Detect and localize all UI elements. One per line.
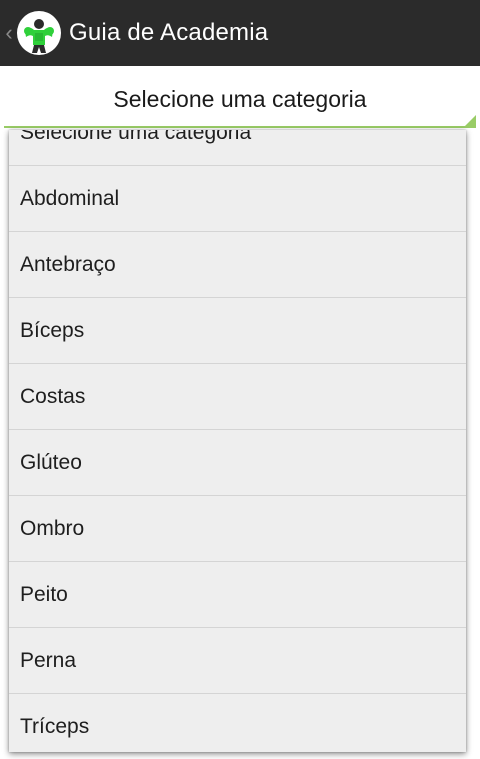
spinner-corner-indicator: [463, 115, 476, 128]
option-label: Perna: [20, 648, 77, 672]
option-triceps[interactable]: Tríceps: [9, 694, 466, 752]
option-label: Bíceps: [20, 318, 85, 342]
option-antebraco[interactable]: Antebraço: [9, 232, 466, 298]
spinner-underline: [4, 126, 476, 128]
option-abdominal[interactable]: Abdominal: [9, 166, 466, 232]
option-perna[interactable]: Perna: [9, 628, 466, 694]
option-ombro[interactable]: Ombro: [9, 496, 466, 562]
option-label: Ombro: [20, 516, 85, 540]
bodybuilder-logo-icon[interactable]: [17, 11, 61, 55]
option-label: Tríceps: [20, 714, 90, 738]
category-options-list: Selecione uma categoria Abdominal Antebr…: [9, 130, 466, 752]
option-costas[interactable]: Costas: [9, 364, 466, 430]
app-title: Guia de Academia: [69, 19, 269, 46]
option-label: Glúteo: [20, 450, 82, 474]
option-label: Peito: [20, 582, 68, 606]
option-biceps[interactable]: Bíceps: [9, 298, 466, 364]
option-label: Antebraço: [20, 252, 116, 276]
option-peito[interactable]: Peito: [9, 562, 466, 628]
category-dropdown[interactable]: Selecione uma categoria Abdominal Antebr…: [9, 130, 466, 752]
spinner-selected-value: Selecione uma categoria: [113, 86, 367, 112]
category-spinner[interactable]: Selecione uma categoria: [0, 66, 480, 128]
back-caret-icon[interactable]: ‹: [2, 0, 16, 66]
option-selecione[interactable]: Selecione uma categoria: [9, 130, 466, 166]
option-label: Costas: [20, 384, 86, 408]
option-gluteo[interactable]: Glúteo: [9, 430, 466, 496]
action-bar: ‹ Guia de Academia: [0, 0, 480, 66]
option-label: Selecione uma categoria: [20, 130, 252, 144]
option-label: Abdominal: [20, 186, 120, 210]
